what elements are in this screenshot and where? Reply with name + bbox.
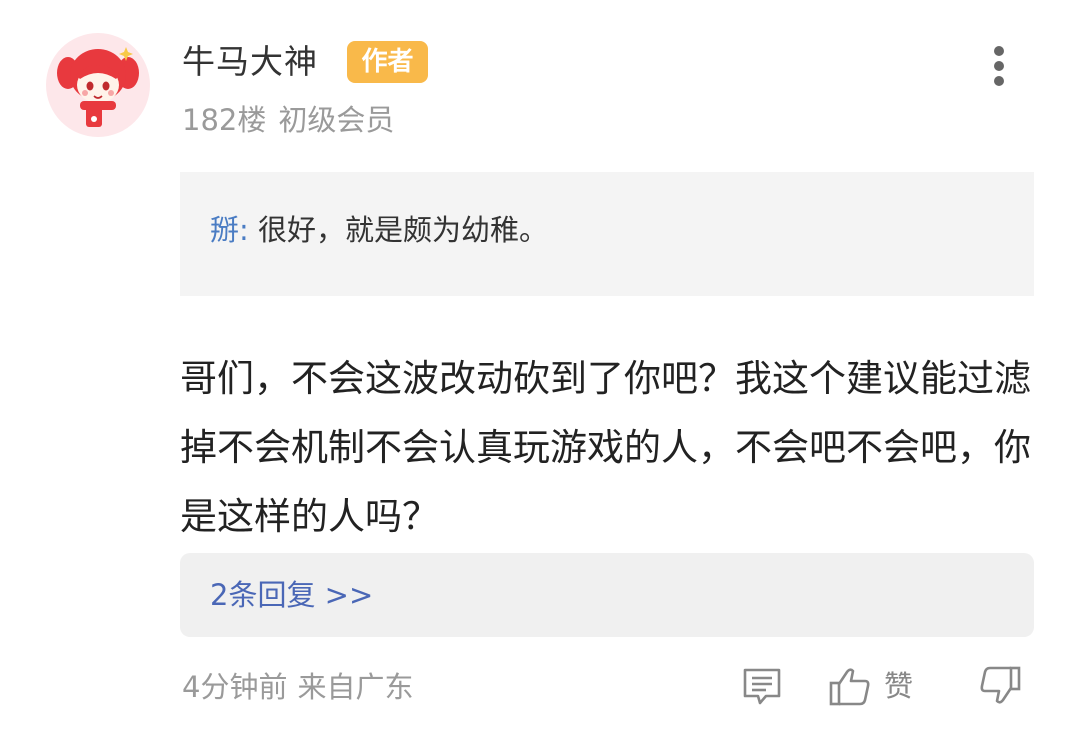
more-vertical-icon-dot [994,61,1004,71]
post-meta: 182楼 初级会员 [182,100,394,140]
comment-button[interactable] [740,664,784,708]
post-location: 来自广东 [297,670,414,704]
member-level: 初级会员 [278,103,395,137]
post-content: 哥们，不会这波改动砍到了你吧？我这个建议能过滤掉不会机制不会认真玩游戏的人，不会… [180,357,1031,538]
thumbs-up-icon [829,668,870,706]
quote-text: 很好，就是颇为幼稚。 [258,213,549,247]
dislike-button[interactable] [976,664,1022,708]
view-replies-link[interactable]: 2条回复 >> [210,574,373,616]
author-badge: 作者 [347,41,428,83]
quote-text-line: 掰: 很好，就是颇为幼稚。 [210,210,548,250]
more-options-button[interactable] [982,42,1016,90]
thumbs-down-icon [980,666,1021,704]
avatar[interactable] [46,33,150,137]
more-vertical-icon-dot [994,76,1004,86]
avatar-image [57,47,139,127]
replies-box[interactable]: 2条回复 >> [180,553,1034,637]
username[interactable]: 牛马大神 [182,40,318,84]
floor-number: 182楼 [182,103,267,137]
comment-icon [743,668,781,705]
like-button[interactable]: 赞 [828,664,928,708]
more-vertical-icon [994,46,1004,56]
post-footer-info: 4分钟前 来自广东 [182,667,413,707]
quoted-reply[interactable]: 掰: 很好，就是颇为幼稚。 [180,172,1034,296]
post-time: 4分钟前 [182,670,288,704]
quote-author[interactable]: 掰 [210,213,239,247]
quote-separator: : [239,213,259,247]
comment-post: 牛马大神 作者 182楼 初级会员 掰: 很好，就是颇为幼稚。 哥们，不会这波改动… [0,0,1080,741]
like-label: 赞 [884,669,914,703]
